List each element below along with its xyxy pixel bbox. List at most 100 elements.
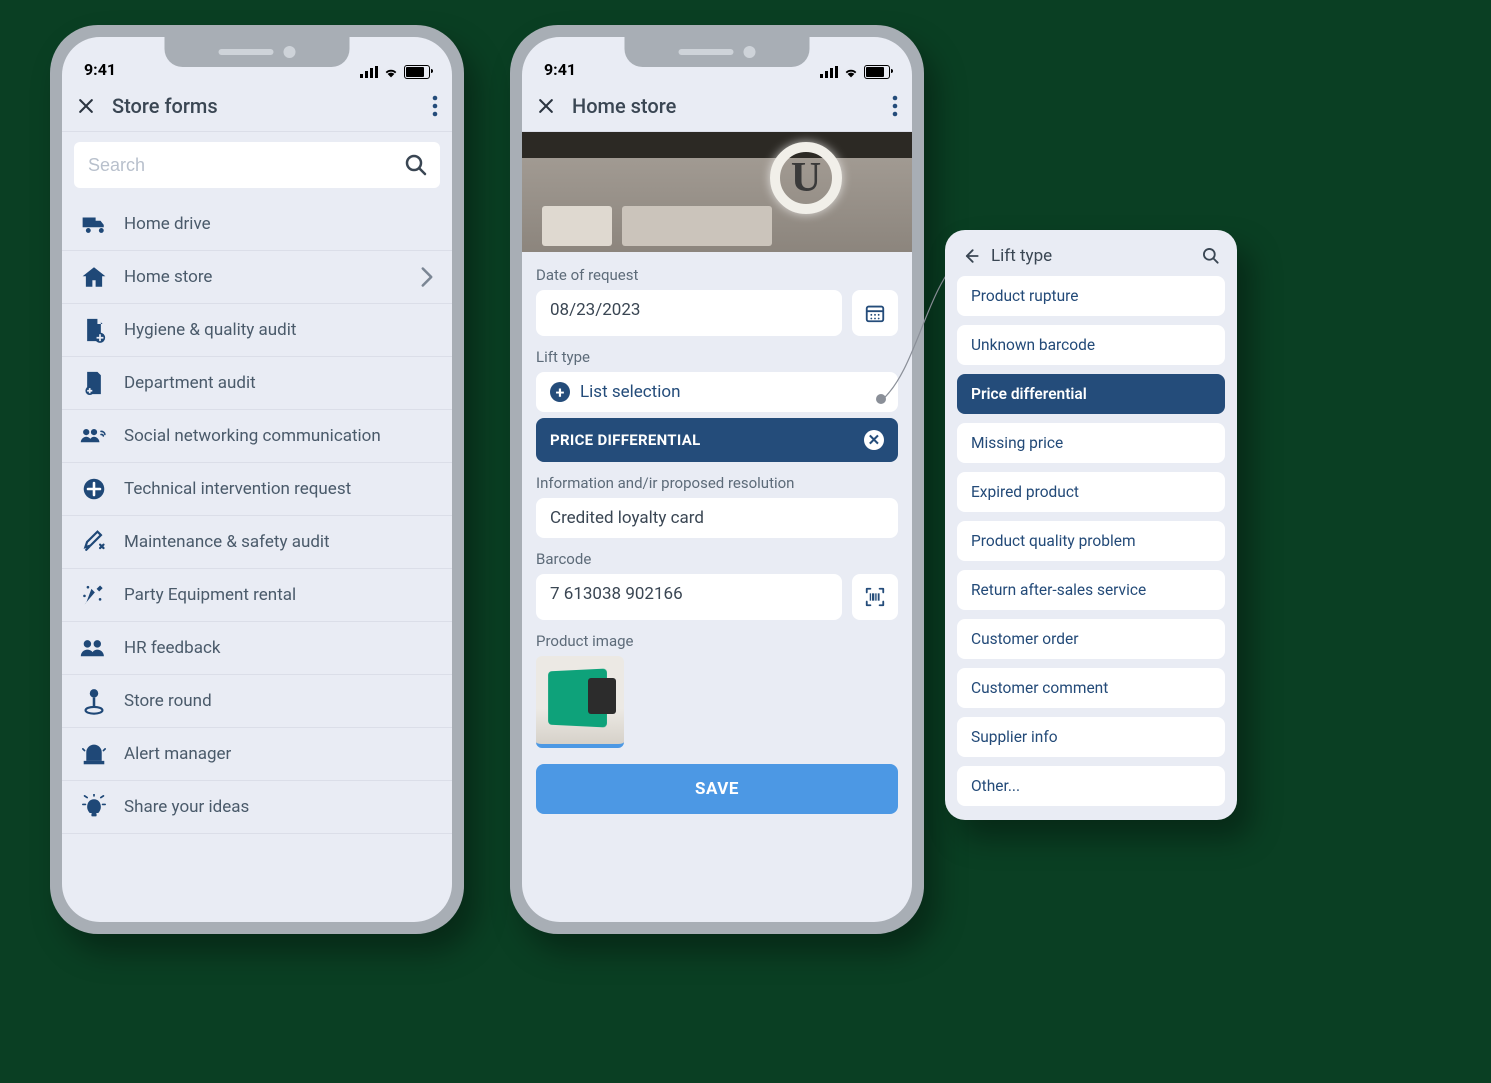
phone-store-forms: 9:41 Store forms [50, 25, 464, 934]
phone-home-store: 9:41 Home store U [510, 25, 924, 934]
form-item-icon [80, 687, 108, 715]
form-item-icon [80, 317, 108, 343]
lift-option[interactable]: Customer order [957, 619, 1225, 659]
form-item[interactable]: Home store [62, 251, 452, 304]
search-icon[interactable] [1201, 246, 1221, 266]
form-item-label: Alert manager [124, 744, 231, 764]
calendar-button[interactable] [852, 290, 898, 336]
form-item-label: Party Equipment rental [124, 585, 296, 605]
lift-option[interactable]: Customer comment [957, 668, 1225, 708]
options-list: Product rupture Unknown barcode Price diff… [957, 276, 1225, 806]
form-item-icon [80, 265, 108, 289]
barcode-label: Barcode [536, 550, 898, 568]
info-input[interactable]: Credited loyalty card [536, 498, 898, 538]
search-input[interactable] [86, 154, 394, 177]
form-item-icon [80, 794, 108, 820]
lift-option[interactable]: Missing price [957, 423, 1225, 463]
form-item-label: HR feedback [124, 638, 220, 658]
appbar: Store forms [62, 81, 452, 132]
form-item-label: Store round [124, 691, 212, 711]
date-label: Date of request [536, 266, 898, 284]
form-item-icon [80, 370, 108, 396]
form-item-icon [80, 477, 108, 501]
popover-title: Lift type [991, 246, 1052, 266]
search-field[interactable] [74, 142, 440, 188]
lift-option[interactable]: Return after-sales service [957, 570, 1225, 610]
lift-option[interactable]: Supplier info [957, 717, 1225, 757]
form-item[interactable]: Home drive [62, 198, 452, 251]
lift-option[interactable]: Product rupture [957, 276, 1225, 316]
lift-option[interactable]: Unknown barcode [957, 325, 1225, 365]
date-input[interactable]: 08/23/2023 [536, 290, 842, 336]
form-item-label: Home drive [124, 214, 211, 234]
form-item-label: Technical intervention request [124, 479, 351, 499]
form-item-icon [80, 742, 108, 766]
form-item-label: Home store [124, 267, 212, 287]
form-item[interactable]: Social networking communication [62, 410, 452, 463]
close-icon[interactable] [76, 96, 96, 116]
lift-option[interactable]: Other... [957, 766, 1225, 806]
back-icon[interactable] [961, 246, 981, 266]
form-item[interactable]: Hygiene & quality audit [62, 304, 452, 357]
form-item[interactable]: Store round [62, 675, 452, 728]
form-item-icon [80, 638, 108, 658]
appbar: Home store [522, 81, 912, 132]
form-item-icon [80, 582, 108, 608]
device-notch [625, 37, 810, 67]
barcode-input[interactable]: 7 613038 902166 [536, 574, 842, 620]
status-time: 9:41 [84, 60, 116, 79]
lift-type-selector[interactable]: + List selection [536, 372, 898, 412]
form-item-label: Department audit [124, 373, 256, 393]
connector-dot [876, 394, 886, 404]
form-item-icon [80, 213, 108, 235]
forms-list: Home drive Home store Hygiene & quality au… [62, 198, 452, 844]
form-item[interactable]: Share your ideas [62, 781, 452, 834]
form-item-label: Share your ideas [124, 797, 249, 817]
device-notch [165, 37, 350, 67]
scan-barcode-button[interactable] [852, 574, 898, 620]
signal-icon [360, 66, 378, 78]
status-time: 9:41 [544, 60, 576, 79]
barcode-icon [864, 586, 886, 608]
lift-option[interactable]: Price differential [957, 374, 1225, 414]
battery-icon [404, 65, 430, 79]
form-item-icon [80, 529, 108, 555]
lift-type-label: Lift type [536, 348, 898, 366]
search-icon [404, 153, 428, 177]
wifi-icon [843, 66, 859, 78]
form-item[interactable]: Alert manager [62, 728, 452, 781]
product-thumbnail[interactable] [536, 656, 624, 748]
save-button-label: SAVE [695, 779, 739, 799]
wifi-icon [383, 66, 399, 78]
lift-option[interactable]: Product quality problem [957, 521, 1225, 561]
chevron-right-icon [420, 266, 434, 288]
page-title: Store forms [112, 94, 416, 118]
form-item[interactable]: Party Equipment rental [62, 569, 452, 622]
plus-icon: + [550, 382, 570, 402]
lift-type-popover: Lift type Product rupture Unknown barcode… [945, 230, 1237, 820]
info-label: Information and/ir proposed resolution [536, 474, 898, 492]
battery-icon [864, 65, 890, 79]
more-icon[interactable] [432, 95, 438, 117]
store-hero-image: U [522, 132, 912, 252]
brand-letter: U [791, 154, 821, 202]
lift-option[interactable]: Expired product [957, 472, 1225, 512]
image-label: Product image [536, 632, 898, 650]
save-button[interactable]: SAVE [536, 764, 898, 814]
form-item-label: Social networking communication [124, 426, 381, 446]
form-item[interactable]: Department audit [62, 357, 452, 410]
more-icon[interactable] [892, 95, 898, 117]
chip-remove-icon[interactable]: ✕ [864, 430, 884, 450]
signal-icon [820, 66, 838, 78]
form-item[interactable]: Maintenance & safety audit [62, 516, 452, 569]
lift-type-value: PRICE DIFFERENTIAL [550, 431, 701, 449]
form-item[interactable]: HR feedback [62, 622, 452, 675]
form-item[interactable]: Technical intervention request [62, 463, 452, 516]
page-title: Home store [572, 94, 876, 118]
close-icon[interactable] [536, 96, 556, 116]
form-item-label: Hygiene & quality audit [124, 320, 296, 340]
calendar-icon [864, 302, 886, 324]
lift-type-chip: PRICE DIFFERENTIAL ✕ [536, 418, 898, 462]
lift-type-placeholder: List selection [580, 382, 680, 402]
form-item-label: Maintenance & safety audit [124, 532, 330, 552]
